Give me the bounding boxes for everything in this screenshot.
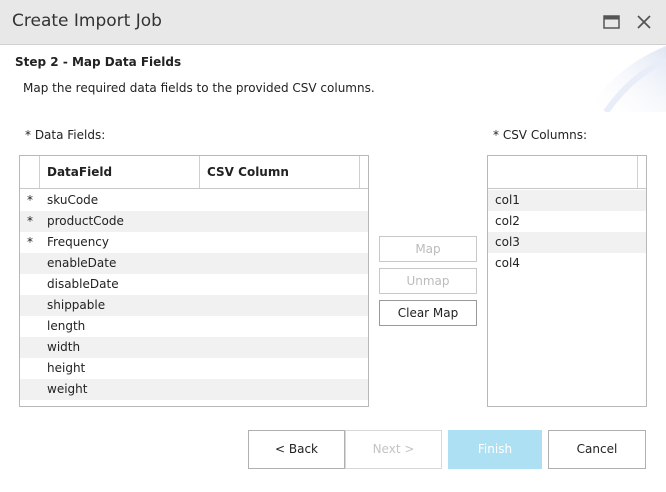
grid-header: DataField CSV Column	[20, 156, 368, 189]
grid-body: * skuCode * productCode * Frequency enableD…	[20, 190, 368, 400]
datafield-cell: width	[47, 340, 81, 354]
datafield-cell: productCode	[47, 214, 124, 228]
datafield-cell: enableDate	[47, 256, 117, 270]
next-button[interactable]: Next >	[345, 430, 442, 469]
csv-list-header	[488, 156, 646, 189]
clear-map-button[interactable]: Clear Map	[379, 300, 477, 326]
title-bar: Create Import Job	[0, 0, 666, 45]
close-icon[interactable]	[634, 12, 654, 32]
window-title: Create Import Job	[12, 11, 162, 31]
datafield-cell: shippable	[47, 298, 106, 312]
table-row[interactable]: length	[20, 316, 368, 337]
list-item[interactable]: col2	[488, 211, 646, 232]
finish-button[interactable]: Finish	[448, 430, 542, 469]
datafield-cell: skuCode	[47, 193, 99, 207]
table-row[interactable]: enableDate	[20, 253, 368, 274]
table-row[interactable]: * skuCode	[20, 190, 368, 211]
grid-header-spacer	[20, 156, 40, 188]
table-row[interactable]: width	[20, 337, 368, 358]
step-description: Map the required data fields to the prov…	[23, 81, 375, 95]
column-header-csv-column[interactable]: CSV Column	[200, 156, 360, 188]
table-row[interactable]: * Frequency	[20, 232, 368, 253]
maximize-icon[interactable]	[602, 12, 622, 32]
step-title: Step 2 - Map Data Fields	[15, 55, 182, 69]
step-header: Step 2 - Map Data Fields Map the require…	[0, 46, 666, 112]
datafield-cell: Frequency	[47, 235, 109, 249]
required-marker: *	[27, 193, 33, 207]
table-row[interactable]: disableDate	[20, 274, 368, 295]
required-marker: *	[27, 214, 33, 228]
data-fields-grid: DataField CSV Column * skuCode * productCo…	[19, 155, 369, 407]
csv-columns-list: col1 col2 col3 col4	[487, 155, 647, 407]
unmap-button[interactable]: Unmap	[379, 268, 477, 294]
data-fields-label: * Data Fields:	[25, 128, 106, 142]
csv-list-header-cell	[488, 156, 638, 188]
column-header-datafield[interactable]: DataField	[40, 156, 200, 188]
datafield-cell: disableDate	[47, 277, 119, 291]
map-button[interactable]: Map	[379, 236, 477, 262]
decorative-swoosh-graphic	[586, 46, 666, 112]
table-row[interactable]: shippable	[20, 295, 368, 316]
table-row[interactable]: weight	[20, 379, 368, 400]
cancel-button[interactable]: Cancel	[548, 430, 646, 469]
table-row[interactable]: height	[20, 358, 368, 379]
csv-columns-label: * CSV Columns:	[493, 128, 588, 142]
datafield-cell: height	[47, 361, 86, 375]
list-item[interactable]: col3	[488, 232, 646, 253]
list-item[interactable]: col1	[488, 190, 646, 211]
csv-list-body: col1 col2 col3 col4	[488, 190, 646, 274]
back-button[interactable]: < Back	[248, 430, 345, 469]
datafield-cell: length	[47, 319, 86, 333]
datafield-cell: weight	[47, 382, 88, 396]
required-marker: *	[27, 235, 33, 249]
list-item[interactable]: col4	[488, 253, 646, 274]
table-row[interactable]: * productCode	[20, 211, 368, 232]
